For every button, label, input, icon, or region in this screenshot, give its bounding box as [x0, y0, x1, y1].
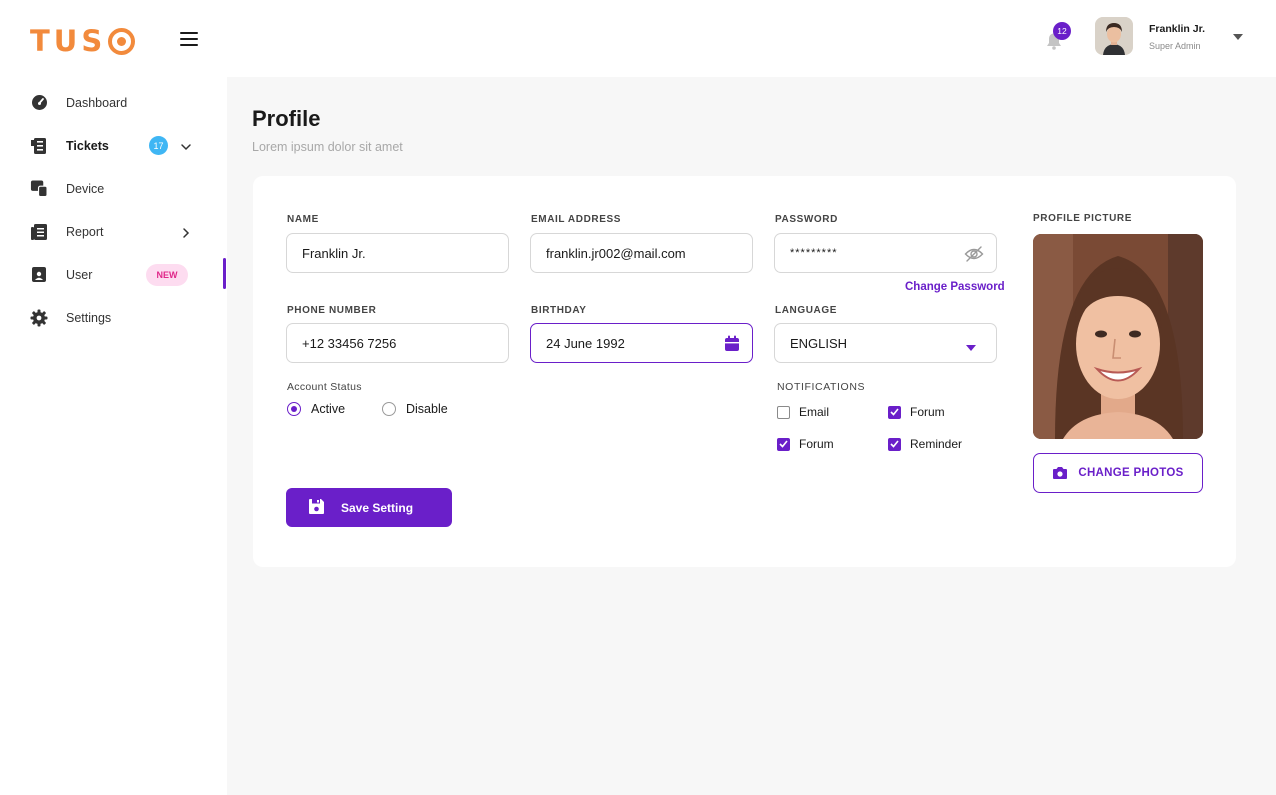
radio-dot	[287, 402, 301, 416]
birthday-field[interactable]: 24 June 1992	[530, 323, 753, 363]
checkbox-label: Reminder	[910, 437, 963, 451]
language-value: ENGLISH	[790, 335, 848, 351]
radio-label: Disable	[406, 402, 448, 416]
sidebar-item-label: User	[66, 267, 93, 282]
profile-card: NAME Franklin Jr. EMAIL ADDRESS franklin…	[253, 176, 1236, 567]
radio-dot	[382, 402, 396, 416]
sidebar-nav: Dashboard Tickets 17 Device Report User …	[0, 81, 227, 339]
tickets-icon	[30, 137, 48, 155]
chevron-right-icon[interactable]	[180, 226, 192, 238]
hamburger-line	[180, 32, 198, 34]
dropdown-caret-icon	[966, 340, 976, 355]
tickets-count-badge: 17	[149, 136, 168, 155]
account-status-label: Account Status	[287, 381, 362, 393]
avatar[interactable]	[1095, 17, 1133, 55]
page-subtitle: Lorem ipsum dolor sit amet	[252, 140, 403, 154]
report-icon	[30, 223, 48, 241]
sidebar-item-user[interactable]: User NEW	[0, 253, 227, 296]
checkbox-label: Forum	[910, 405, 945, 419]
password-value: *********	[790, 247, 838, 259]
name-value: Franklin Jr.	[302, 245, 366, 261]
sidebar-item-label: Dashboard	[66, 95, 128, 110]
status-active-radio[interactable]: Active	[287, 402, 345, 416]
logo-text: TUS	[30, 24, 107, 58]
sidebar-item-dashboard[interactable]: Dashboard	[0, 81, 227, 124]
sidebar: TUS Dashboard Tickets 17 Device Report U…	[0, 0, 227, 795]
notification-forum-checkbox[interactable]: Forum	[888, 405, 945, 419]
language-label: LANGUAGE	[775, 305, 838, 316]
sidebar-item-label: Tickets	[66, 138, 109, 153]
name-label: NAME	[287, 214, 319, 225]
phone-label: PHONE NUMBER	[287, 305, 377, 316]
user-menu-caret-icon[interactable]	[1233, 34, 1243, 40]
checkbox-box	[888, 437, 901, 451]
birthday-label: BIRTHDAY	[531, 305, 587, 316]
notification-email-checkbox[interactable]: Email	[777, 405, 829, 419]
hamburger-line	[180, 38, 198, 40]
notification-forum-checkbox[interactable]: Forum	[777, 437, 834, 451]
settings-icon	[30, 309, 48, 327]
camera-icon	[1053, 467, 1068, 479]
device-icon	[30, 180, 48, 198]
checkbox-box	[777, 405, 790, 419]
page-title: Profile	[252, 106, 321, 131]
email-field[interactable]: franklin.jr002@mail.com	[530, 233, 753, 273]
active-indicator	[223, 258, 226, 289]
notification-count-badge: 12	[1053, 22, 1071, 40]
change-password-link[interactable]: Change Password	[905, 281, 1005, 293]
radio-label: Active	[311, 402, 346, 416]
sidebar-item-label: Report	[66, 224, 104, 239]
eye-off-icon[interactable]	[964, 245, 984, 266]
profile-photo	[1033, 234, 1203, 439]
chevron-down-icon[interactable]	[180, 140, 192, 152]
sidebar-item-label: Device	[66, 181, 105, 196]
name-field[interactable]: Franklin Jr.	[286, 233, 509, 273]
save-button-label: Save Setting	[341, 500, 414, 515]
notification-reminder-checkbox[interactable]: Reminder	[888, 437, 962, 451]
top-bar: 12 Franklin Jr. Super Admin	[227, 0, 1276, 77]
sidebar-item-device[interactable]: Device	[0, 167, 227, 210]
sidebar-item-tickets[interactable]: Tickets 17	[0, 124, 227, 167]
profile-picture-label: PROFILE PICTURE	[1033, 213, 1133, 224]
sidebar-item-label: Settings	[66, 310, 112, 325]
phone-value: +12 33456 7256	[302, 335, 397, 351]
checkbox-box	[888, 405, 901, 419]
hamburger-line	[180, 44, 198, 46]
menu-toggle-button[interactable]	[180, 32, 198, 46]
email-label: EMAIL ADDRESS	[531, 214, 622, 225]
user-name: Franklin Jr.	[1149, 23, 1206, 35]
dashboard-icon	[30, 94, 48, 112]
change-photos-label: CHANGE PHOTOS	[1078, 467, 1184, 479]
logo-mark-icon	[108, 27, 136, 55]
birthday-value: 24 June 1992	[546, 335, 625, 351]
calendar-icon[interactable]	[724, 335, 740, 355]
user-role: Super Admin	[1149, 41, 1201, 51]
new-badge: NEW	[146, 263, 188, 286]
language-select[interactable]: ENGLISH	[774, 323, 997, 363]
status-disable-radio[interactable]: Disable	[382, 402, 448, 416]
checkbox-box	[777, 437, 790, 451]
password-label: PASSWORD	[775, 214, 838, 225]
logo[interactable]: TUS	[30, 24, 136, 58]
password-field[interactable]: *********	[774, 233, 997, 273]
save-setting-button[interactable]: Save Setting	[286, 488, 452, 527]
sidebar-item-settings[interactable]: Settings	[0, 296, 227, 339]
email-value: franklin.jr002@mail.com	[546, 245, 686, 261]
sidebar-item-report[interactable]: Report	[0, 210, 227, 253]
change-photos-button[interactable]: CHANGE PHOTOS	[1033, 453, 1203, 493]
notifications-label: NOTIFICATIONS	[777, 381, 866, 393]
user-icon	[30, 266, 48, 284]
checkbox-label: Forum	[799, 437, 834, 451]
phone-field[interactable]: +12 33456 7256	[286, 323, 509, 363]
checkbox-label: Email	[799, 405, 830, 419]
save-icon	[308, 498, 325, 518]
